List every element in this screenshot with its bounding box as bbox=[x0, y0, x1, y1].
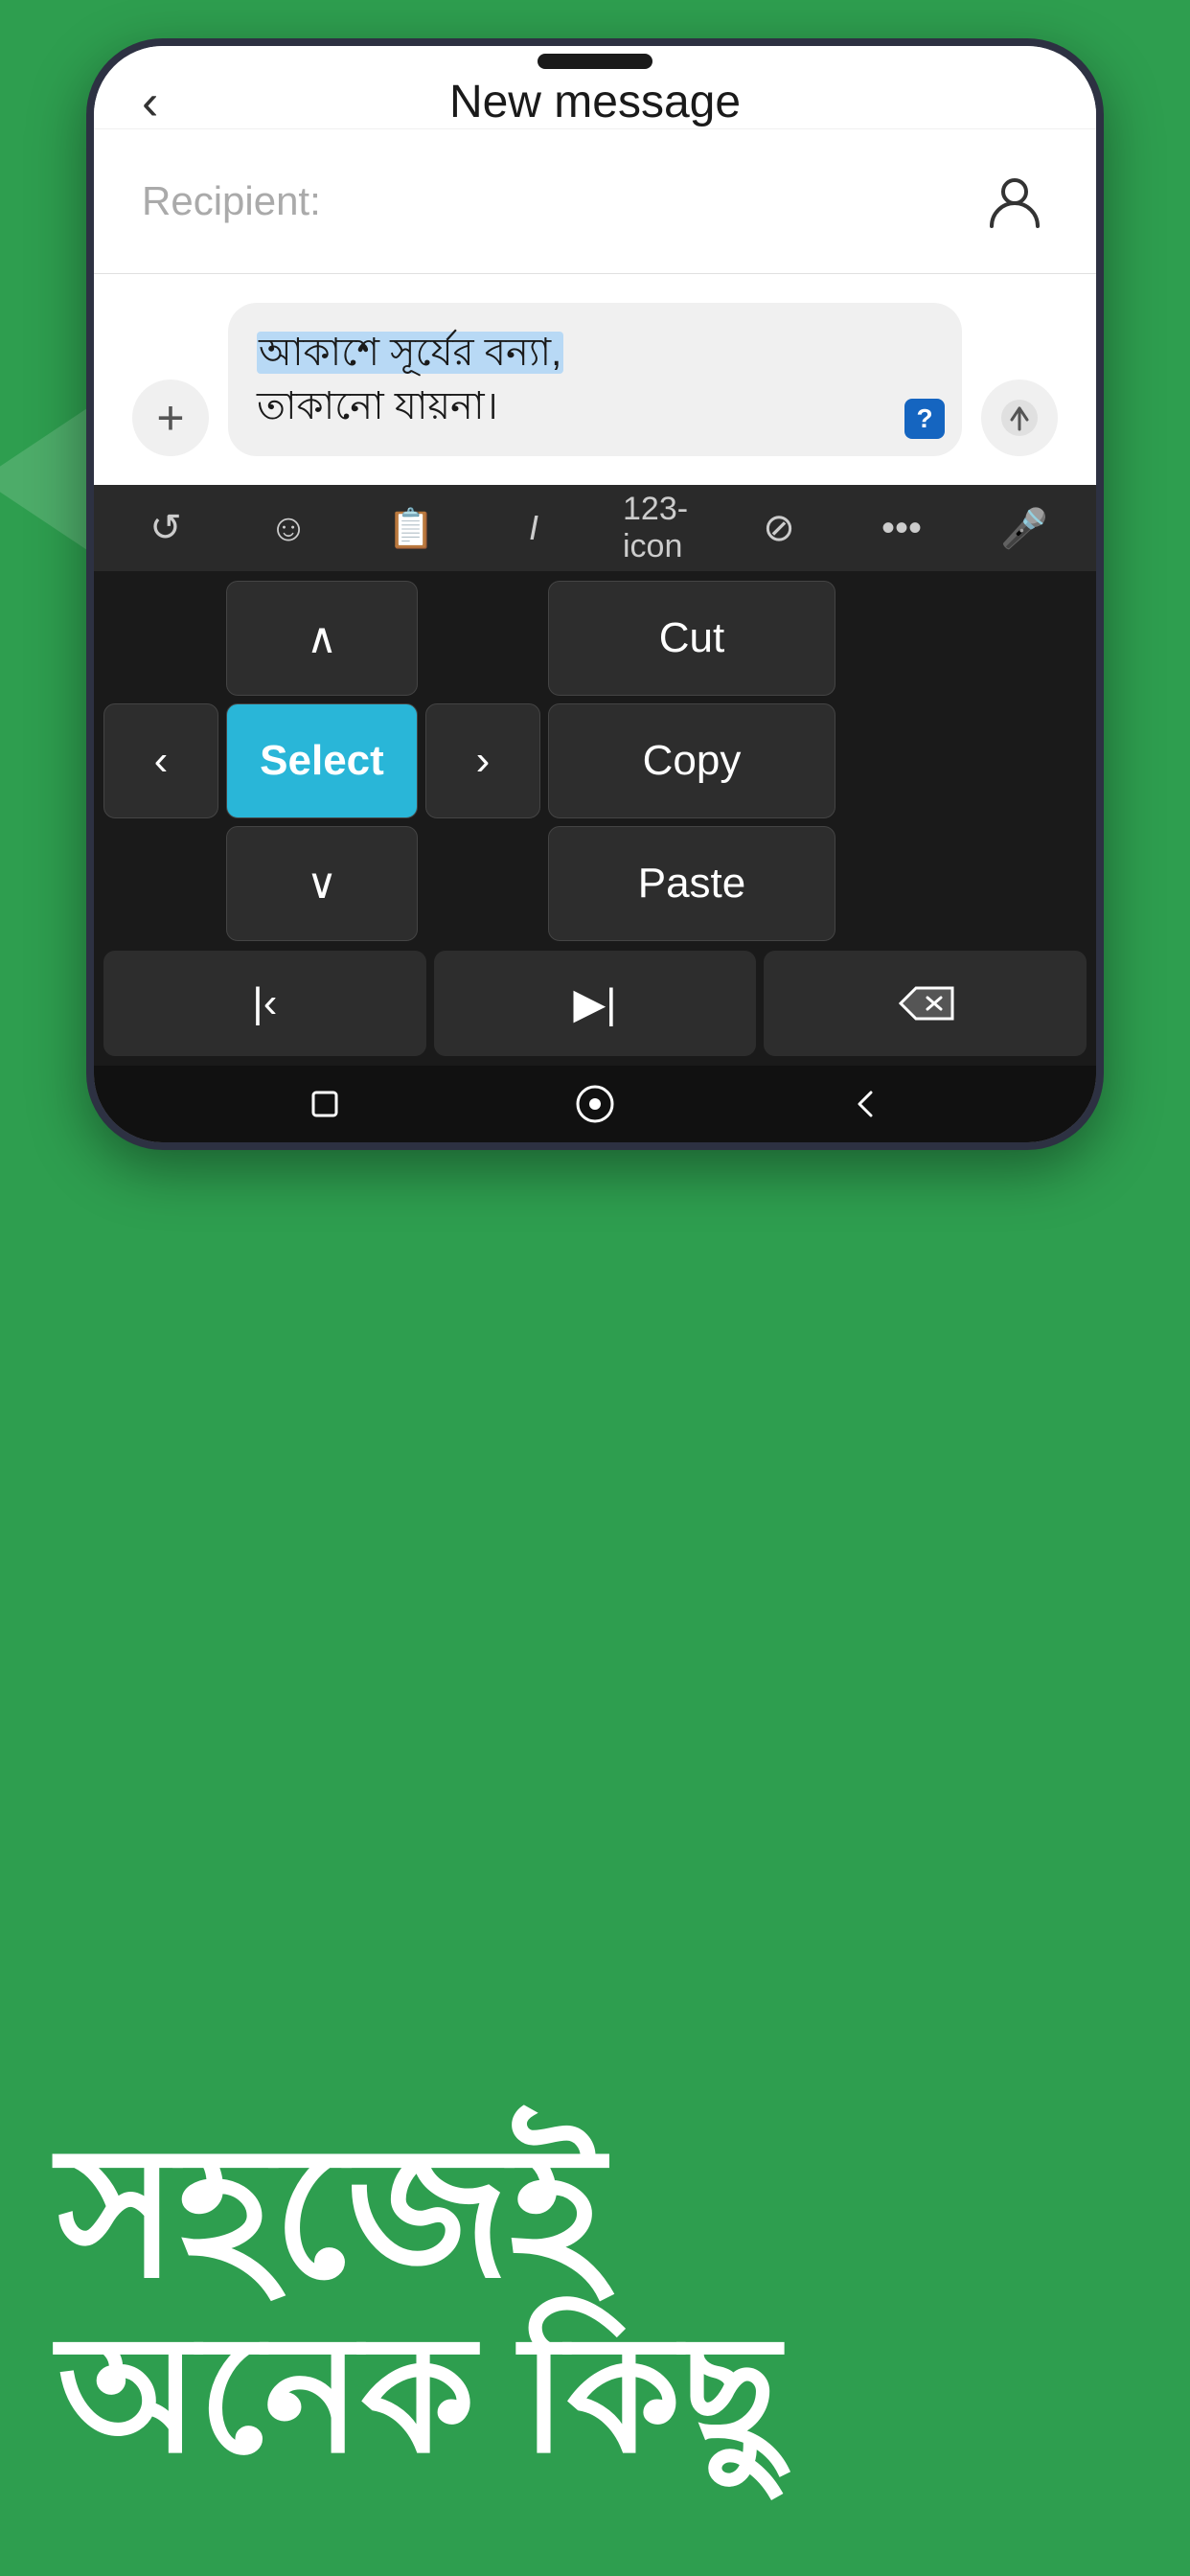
recipient-input[interactable]: Recipient: bbox=[142, 178, 981, 224]
phone-frame: ‹ New message Recipient: + আকাশে সূর্যের… bbox=[86, 38, 1104, 1150]
message-bubble[interactable]: আকাশে সূর্যের বন্যা, তাকানো যায়না। ? bbox=[228, 303, 962, 456]
back-nav-button[interactable] bbox=[841, 1080, 889, 1128]
app-header: ‹ New message bbox=[94, 76, 1096, 129]
copy-key[interactable]: Copy bbox=[548, 703, 835, 818]
home-button[interactable] bbox=[571, 1080, 619, 1128]
italic-icon[interactable]: I bbox=[500, 494, 567, 562]
status-bar bbox=[94, 46, 1096, 76]
message-compose-area: + আকাশে সূর্যের বন্যা, তাকানো যায়না। ? bbox=[94, 274, 1096, 485]
emoji-icon[interactable]: ☺ bbox=[255, 494, 322, 562]
keyboard-toolbar: ↺ ☺ 📋 I 123-icon ⊘ ••• 🎤 bbox=[94, 485, 1096, 571]
mic-icon[interactable]: 🎤 bbox=[991, 494, 1058, 562]
123-icon[interactable]: 123-icon bbox=[623, 494, 690, 562]
home-key[interactable]: |‹ bbox=[103, 951, 426, 1056]
theme-icon[interactable]: ⊘ bbox=[745, 494, 812, 562]
tagline-line1: সহজেই bbox=[57, 2118, 1133, 2310]
arrow-up-key[interactable]: ∧ bbox=[226, 581, 418, 696]
paste-key[interactable]: Paste bbox=[548, 826, 835, 941]
undo-icon[interactable]: ↺ bbox=[132, 494, 199, 562]
system-nav-bar bbox=[94, 1066, 1096, 1142]
message-text-line2: তাকানো যায়না। bbox=[257, 385, 498, 427]
arrow-right-key[interactable]: › bbox=[425, 703, 540, 818]
tagline-line2: অনেক কিছু bbox=[57, 2310, 1133, 2481]
keyboard-area: ↺ ☺ 📋 I 123-icon ⊘ ••• 🎤 ∧ Cut ‹ Select … bbox=[94, 485, 1096, 1142]
question-badge: ? bbox=[904, 399, 945, 439]
backspace-key[interactable] bbox=[764, 951, 1087, 1056]
recents-button[interactable] bbox=[301, 1080, 349, 1128]
cut-key[interactable]: Cut bbox=[548, 581, 835, 696]
arrow-left-key[interactable]: ‹ bbox=[103, 703, 218, 818]
selected-text: আকাশে সূর্যের বন্যা, bbox=[257, 332, 563, 374]
select-key[interactable]: Select bbox=[226, 703, 418, 818]
contact-picker-button[interactable] bbox=[981, 168, 1048, 235]
arrow-down-key[interactable]: ∨ bbox=[226, 826, 418, 941]
recipient-row[interactable]: Recipient: bbox=[94, 129, 1096, 274]
nav-key-section: ∧ Cut ‹ Select › Copy ∨ Paste bbox=[94, 571, 1096, 951]
end-key[interactable]: ▶| bbox=[434, 951, 757, 1056]
tagline-text: সহজেই অনেক কিছু bbox=[57, 2118, 1133, 2480]
message-text: আকাশে সূর্যের বন্যা, তাকানো যায়না। bbox=[257, 326, 933, 433]
keyboard-bottom-row: |‹ ▶| bbox=[94, 951, 1096, 1066]
clipboard-icon[interactable]: 📋 bbox=[378, 494, 445, 562]
compose-row: + আকাশে সূর্যের বন্যা, তাকানো যায়না। ? bbox=[132, 303, 1058, 456]
back-button[interactable]: ‹ bbox=[142, 74, 158, 131]
more-icon[interactable]: ••• bbox=[868, 494, 935, 562]
attach-button[interactable]: + bbox=[132, 380, 209, 456]
page-title: New message bbox=[449, 76, 741, 128]
status-pill bbox=[538, 54, 652, 69]
phone-screen: ‹ New message Recipient: + আকাশে সূর্যের… bbox=[94, 46, 1096, 1142]
send-button[interactable] bbox=[981, 380, 1058, 456]
